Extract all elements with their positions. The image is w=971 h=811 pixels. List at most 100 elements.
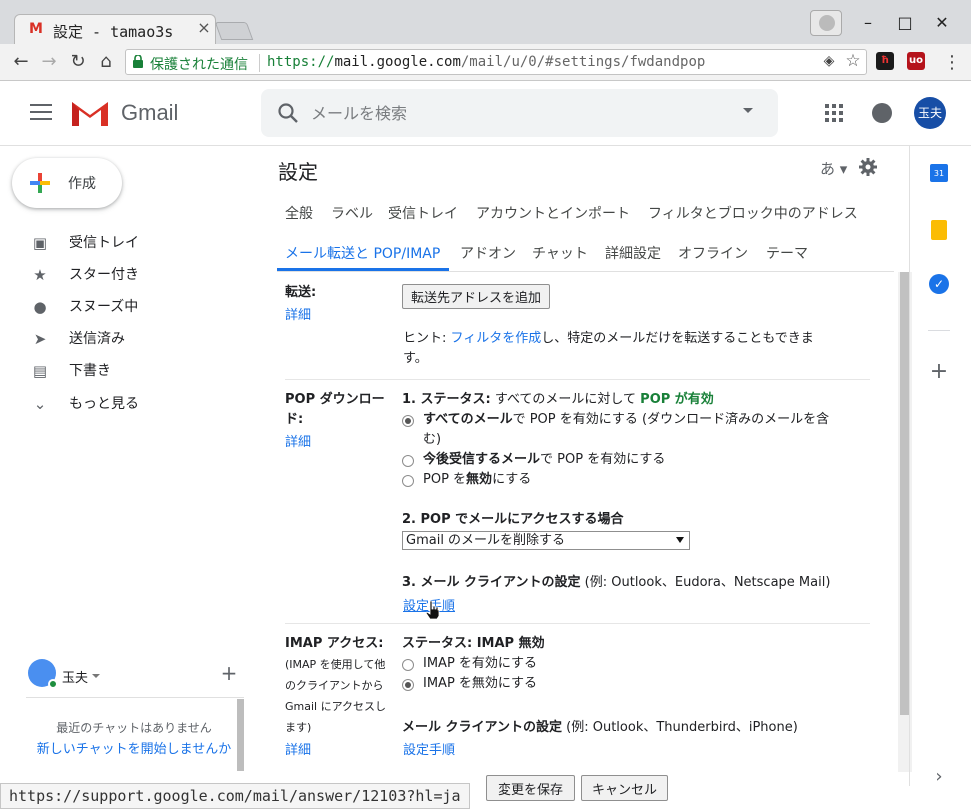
imap-desc-line: Gmail にアクセスし <box>285 700 387 713</box>
tab-chat[interactable]: チャット <box>532 243 588 263</box>
sidebar-item-starred[interactable]: ★ スター付き <box>0 258 250 290</box>
hint-prefix: ヒント: <box>403 331 451 346</box>
search-icon[interactable] <box>277 102 299 124</box>
sidebar-item-snoozed[interactable]: ● スヌーズ中 <box>0 290 250 322</box>
tab-forwarding-pop-imap[interactable]: メール転送と POP/IMAP <box>285 243 440 263</box>
chevron-right-icon[interactable]: › <box>931 766 947 787</box>
imap-setup-link[interactable]: 設定手順 <box>403 739 455 758</box>
sidebar-item-drafts[interactable]: ▤ 下書き <box>0 354 250 386</box>
side-panel-divider <box>909 146 910 786</box>
pop-new-mail-radio[interactable] <box>402 455 414 467</box>
clock-icon: ● <box>33 298 47 316</box>
compose-button[interactable]: 作成 <box>12 158 122 208</box>
search-bar[interactable] <box>261 89 778 137</box>
start-chat-link[interactable]: 新しいチャットを開始しませんか <box>30 738 238 757</box>
tab-addons[interactable]: アドオン <box>460 243 516 263</box>
cancel-button[interactable]: キャンセル <box>581 775 668 801</box>
chat-scrollbar[interactable] <box>237 699 244 771</box>
tab-accounts[interactable]: アカウントとインポート <box>476 203 630 223</box>
get-addons-plus-icon[interactable]: + <box>929 361 949 383</box>
main-menu-icon[interactable] <box>30 104 52 122</box>
account-avatar[interactable]: 玉夫 <box>914 97 946 129</box>
pop-all-mail-radio[interactable] <box>402 415 414 427</box>
row-divider <box>285 379 870 380</box>
gmail-wordmark[interactable]: Gmail <box>121 100 178 126</box>
pop-label-wrap: ド: <box>285 412 304 427</box>
row-divider <box>285 623 870 624</box>
inbox-icon: ▣ <box>32 234 48 252</box>
keep-icon[interactable] <box>931 220 947 240</box>
settings-scrollbar-thumb[interactable] <box>900 272 909 715</box>
notifications-icon[interactable] <box>872 103 892 123</box>
pop-client-heading-row: 3. メール クライアントの設定 (例: Outlook、Eudora、Nets… <box>402 573 830 593</box>
sidebar-item-label: スヌーズ中 <box>69 299 139 315</box>
sidebar-item-inbox[interactable]: ▣ 受信トレイ <box>0 226 250 258</box>
tasks-icon[interactable]: ✓ <box>929 274 949 294</box>
pop-all-mail-text: で POP を有効にする (ダウンロード済みのメールを含 <box>512 412 830 427</box>
extension-icon[interactable]: ħ <box>876 52 894 70</box>
pop-disable-radio[interactable] <box>402 475 414 487</box>
pop-new-mail-text: で POP を有効にする <box>540 452 666 467</box>
url-text[interactable]: https://mail.google.com/mail/u/0/#settin… <box>267 54 705 72</box>
side-panel-separator <box>928 330 950 331</box>
imap-details-link[interactable]: 詳細 <box>285 739 311 758</box>
input-tools-toggle[interactable]: あ ▾ <box>820 158 847 179</box>
reload-icon[interactable]: ↻ <box>67 51 89 73</box>
pop-disable-post: にする <box>492 472 532 487</box>
new-chat-plus-icon[interactable]: + <box>220 663 238 683</box>
pop-all-mail-label[interactable]: すべてのメールで POP を有効にする (ダウンロード済みのメールを含 <box>423 410 829 430</box>
pop-access-select[interactable]: Gmail のメールを削除する <box>402 531 690 550</box>
gear-icon[interactable] <box>858 157 878 177</box>
search-options-icon[interactable] <box>743 108 753 113</box>
tab-close-icon[interactable]: × <box>195 19 213 37</box>
imap-enable-radio[interactable] <box>402 659 414 671</box>
imap-disable-label[interactable]: IMAP を無効にする <box>423 674 537 694</box>
page-title: 設定 <box>278 160 318 184</box>
pop-details-link[interactable]: 詳細 <box>285 431 311 450</box>
browser-tab[interactable]: M 設定 - tamao3s × <box>14 14 216 44</box>
calendar-icon[interactable]: 31 <box>930 164 948 182</box>
save-changes-button[interactable]: 変更を保存 <box>486 775 575 801</box>
address-bar[interactable]: 保護された通信 https://mail.google.com/mail/u/0… <box>125 49 867 75</box>
tab-inbox[interactable]: 受信トレイ <box>388 203 458 223</box>
chat-status-caret-icon[interactable] <box>92 674 100 678</box>
pop-client-heading: 3. メール クライアントの設定 <box>402 575 581 590</box>
ublock-icon[interactable]: uo <box>907 52 925 70</box>
sidebar-item-more[interactable]: ⌄ もっと見る <box>0 387 250 419</box>
gmail-header: Gmail 玉夫 <box>0 82 971 146</box>
tab-offline[interactable]: オフライン <box>678 243 748 263</box>
bookmark-star-icon[interactable]: ☆ <box>843 51 863 71</box>
profile-icon[interactable] <box>810 10 842 36</box>
forward-icon[interactable]: → <box>38 51 60 73</box>
home-icon[interactable]: ⌂ <box>95 51 117 73</box>
search-input[interactable] <box>311 99 711 127</box>
online-status-icon <box>48 679 58 689</box>
browser-menu-icon[interactable]: ⋮ <box>943 52 961 74</box>
pop-disable-label[interactable]: POP を無効にする <box>423 470 531 490</box>
imap-client-examples: (例: Outlook、Thunderbird、iPhone) <box>562 720 798 735</box>
tab-title: 設定 - tamao3s <box>53 23 174 39</box>
view-icon[interactable]: ◈ <box>820 53 838 71</box>
tab-themes[interactable]: テーマ <box>766 243 808 263</box>
minimize-icon[interactable]: – <box>858 14 878 32</box>
add-forwarding-address-button[interactable]: 転送先アドレスを追加 <box>402 284 551 309</box>
new-tab-button[interactable] <box>214 22 254 40</box>
chat-user-name[interactable]: 玉夫 <box>62 667 88 686</box>
tab-general[interactable]: 全般 <box>285 203 313 223</box>
apps-grid-icon[interactable] <box>825 104 843 122</box>
window-close-icon[interactable]: ✕ <box>932 14 952 32</box>
tab-labels[interactable]: ラベル <box>331 203 373 223</box>
forwarding-details-link[interactable]: 詳細 <box>285 304 311 323</box>
pop-new-mail-label[interactable]: 今後受信するメールで POP を有効にする <box>423 450 665 470</box>
imap-enable-label[interactable]: IMAP を有効にする <box>423 654 537 674</box>
imap-disable-radio[interactable] <box>402 679 414 691</box>
back-icon[interactable]: ← <box>10 51 32 73</box>
gmail-logo-icon[interactable] <box>70 98 110 128</box>
imap-label: IMAP アクセス: <box>285 636 384 651</box>
tab-filters[interactable]: フィルタとブロック中のアドレス <box>648 203 858 223</box>
maximize-icon[interactable]: □ <box>895 14 915 32</box>
pop-label: POP ダウンロー <box>285 392 385 407</box>
tab-advanced[interactable]: 詳細設定 <box>605 243 661 263</box>
create-filter-link[interactable]: フィルタを作成 <box>451 331 542 346</box>
sidebar-item-sent[interactable]: ➤ 送信済み <box>0 322 250 354</box>
